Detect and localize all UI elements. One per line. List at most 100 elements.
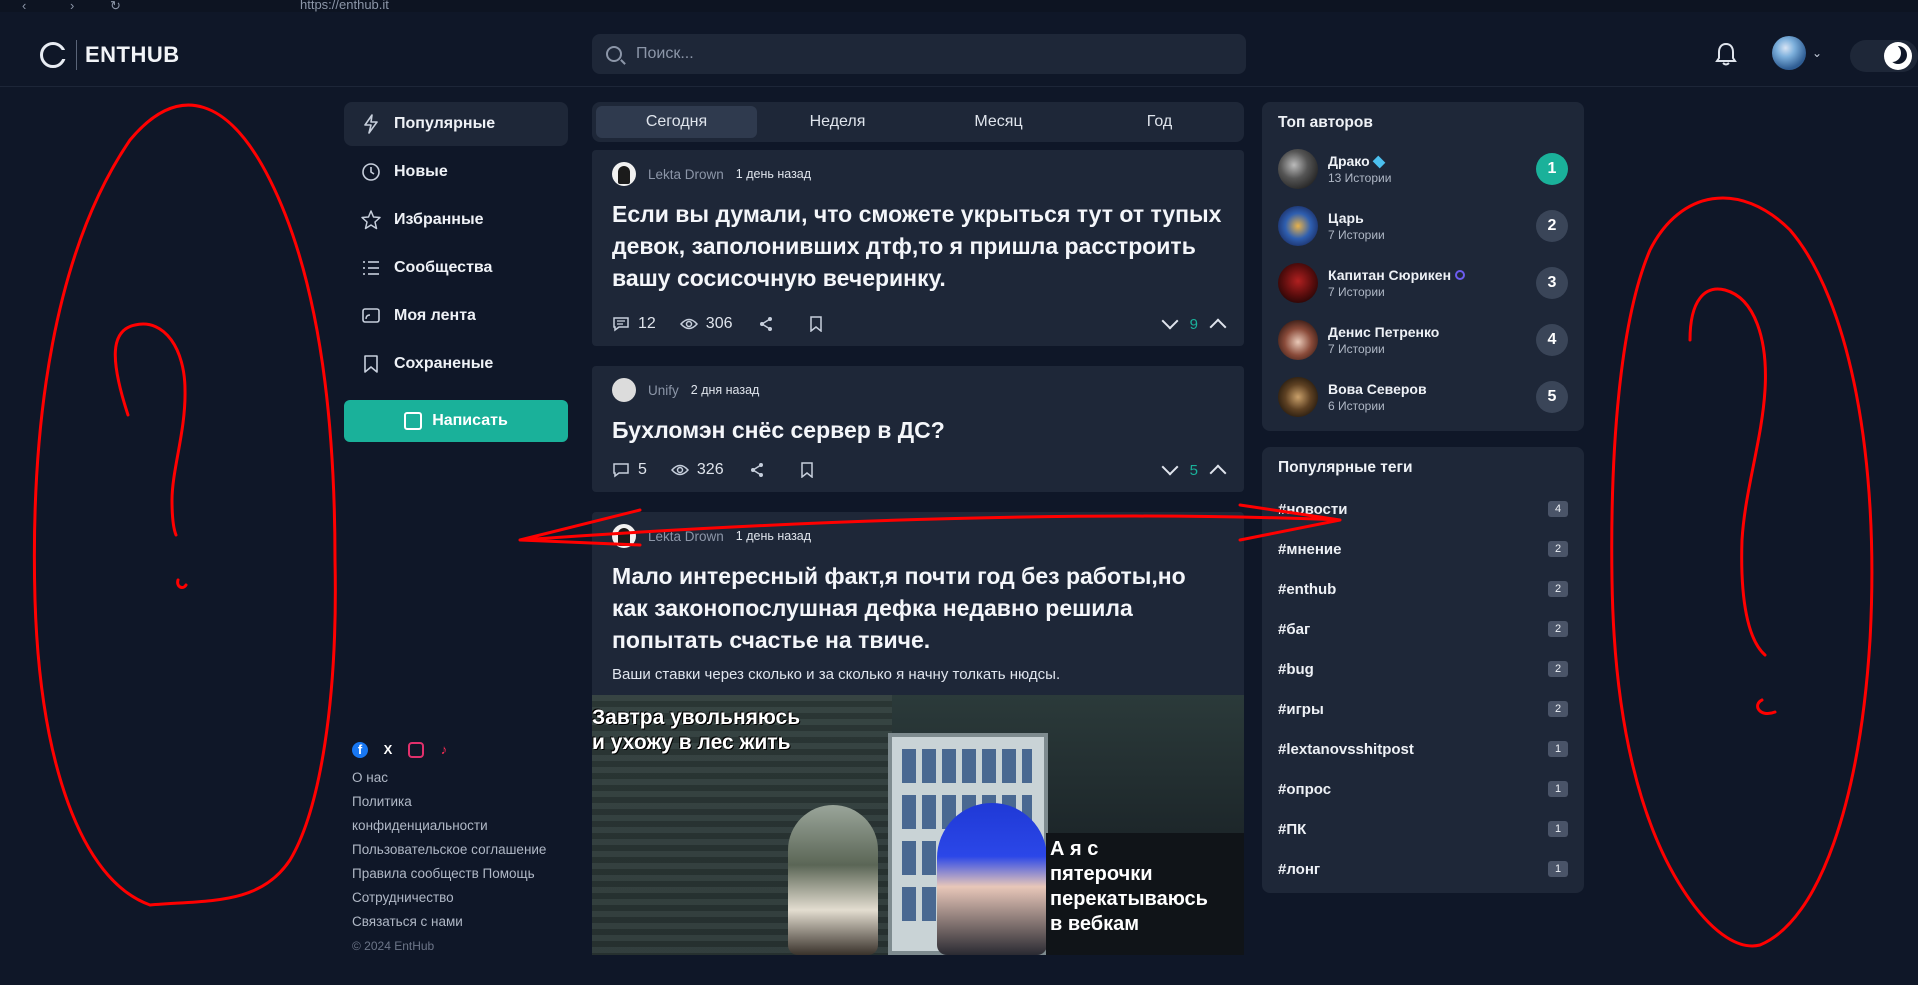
- address-bar[interactable]: https://enthub.it: [300, 0, 389, 12]
- top-author-item[interactable]: Драко 13 Истории 1: [1262, 140, 1584, 197]
- footer-link-terms[interactable]: Пользовательское соглашение: [352, 838, 592, 862]
- top-author-item[interactable]: Капитан Сюрикен 7 Истории 3: [1262, 254, 1584, 311]
- top-author-item[interactable]: Царь 7 Истории 2: [1262, 197, 1584, 254]
- tag-count: 1: [1548, 741, 1568, 757]
- nav-item-label: Избранные: [394, 211, 484, 228]
- upvote-icon[interactable]: [1209, 464, 1227, 482]
- footer-link-contact[interactable]: Связаться с нами: [352, 910, 592, 934]
- annotation-left-question: [113, 322, 187, 537]
- post-card[interactable]: Lekta Drown 1 день назад Мало интересный…: [592, 512, 1244, 955]
- tag-name: #ПК: [1278, 820, 1307, 838]
- vote-score: 9: [1189, 315, 1198, 333]
- post-meta: Unify 2 дня назад: [592, 366, 1244, 402]
- comments-button[interactable]: 12: [612, 315, 656, 333]
- comments-button[interactable]: 5: [612, 461, 647, 479]
- bookmark-icon: [360, 353, 382, 375]
- post-actions: 12 306 9: [592, 302, 1244, 346]
- facebook-icon[interactable]: f: [352, 742, 368, 758]
- tag-count: 1: [1548, 821, 1568, 837]
- nav-item-favorites[interactable]: Избранные: [344, 198, 568, 242]
- author-stories: 13 Истории: [1328, 170, 1392, 185]
- footer-link-privacy[interactable]: Политика: [352, 790, 592, 814]
- tiktok-icon[interactable]: ♪: [436, 742, 452, 758]
- downvote-icon[interactable]: [1161, 312, 1179, 330]
- author-avatar[interactable]: [612, 162, 636, 186]
- bookmark-button[interactable]: [798, 462, 824, 478]
- downvote-icon[interactable]: [1161, 458, 1179, 476]
- search-icon: [606, 46, 622, 62]
- popular-tags-title: Популярные теги: [1278, 459, 1413, 476]
- tag-item[interactable]: #lextanovsshitpost 1: [1262, 729, 1584, 769]
- footer-link-partnership[interactable]: Сотрудничество: [352, 886, 592, 910]
- x-icon[interactable]: X: [380, 742, 396, 758]
- post-image[interactable]: Завтра увольняюсь и ухожу в лес жить А я…: [592, 695, 1244, 955]
- search-box[interactable]: [592, 34, 1246, 74]
- popular-tags-panel: Популярные теги #новости 4 #мнение 2 #enth…: [1262, 447, 1584, 893]
- tab-month[interactable]: Месяц: [918, 106, 1079, 138]
- author-avatar[interactable]: [612, 378, 636, 402]
- author-avatar[interactable]: [612, 524, 636, 548]
- nav-item-my-feed[interactable]: Моя лента: [344, 294, 568, 338]
- footer-link-privacy-cont[interactable]: конфиденциальности: [352, 814, 592, 838]
- nav-item-popular[interactable]: Популярные: [344, 102, 568, 146]
- star-icon: [360, 209, 382, 231]
- tag-name: #игры: [1278, 700, 1324, 718]
- tag-item[interactable]: #enthub 2: [1262, 569, 1584, 609]
- tab-year[interactable]: Год: [1079, 106, 1240, 138]
- tag-name: #баг: [1278, 620, 1311, 638]
- tab-today[interactable]: Сегодня: [596, 106, 757, 138]
- post-title[interactable]: Если вы думали, что сможете укрыться тут…: [612, 198, 1224, 294]
- theme-toggle[interactable]: [1850, 40, 1918, 72]
- feed-icon: [360, 305, 382, 327]
- post-author[interactable]: Lekta Drown: [648, 529, 724, 544]
- top-author-item[interactable]: Денис Петренко 7 Истории 4: [1262, 311, 1584, 368]
- nav-item-saved[interactable]: Сохраненые: [344, 342, 568, 386]
- tag-item[interactable]: #bug 2: [1262, 649, 1584, 689]
- share-button[interactable]: [757, 316, 783, 332]
- tag-item[interactable]: #лонг 1: [1262, 849, 1584, 889]
- top-author-item[interactable]: Вова Северов 6 Истории 5: [1262, 368, 1584, 425]
- post-card[interactable]: Lekta Drown 1 день назад Если вы думали,…: [592, 150, 1244, 346]
- vote-controls: 9: [1161, 312, 1227, 336]
- site-logo[interactable]: ENTHUB: [40, 40, 180, 70]
- instagram-icon[interactable]: [408, 742, 424, 758]
- tag-item[interactable]: #баг 2: [1262, 609, 1584, 649]
- tag-name: #мнение: [1278, 540, 1342, 558]
- search-input[interactable]: [634, 44, 1198, 64]
- vote-controls: 5: [1161, 458, 1227, 482]
- nav-item-communities[interactable]: Сообщества: [344, 246, 568, 290]
- tag-item[interactable]: #опрос 1: [1262, 769, 1584, 809]
- post-card[interactable]: Unify 2 дня назад Бухломэн снёс сервер в…: [592, 366, 1244, 492]
- author-avatar: [1278, 319, 1318, 360]
- tag-item[interactable]: #ПК 1: [1262, 809, 1584, 849]
- post-title[interactable]: Мало интересный факт,я почти год без раб…: [612, 560, 1224, 656]
- author-avatar: [1278, 376, 1318, 417]
- write-button[interactable]: Написать: [344, 400, 568, 442]
- upvote-icon[interactable]: [1209, 318, 1227, 336]
- footer-link-about[interactable]: О нас: [352, 766, 592, 790]
- tag-item[interactable]: #мнение 2: [1262, 529, 1584, 569]
- author-stories: 7 Истории: [1328, 284, 1385, 299]
- tag-item[interactable]: #игры 2: [1262, 689, 1584, 729]
- tag-count: 2: [1548, 581, 1568, 597]
- author-avatar: [1278, 148, 1318, 189]
- nav-item-new[interactable]: Новые: [344, 150, 568, 194]
- tag-item[interactable]: #новости 4: [1262, 489, 1584, 529]
- share-button[interactable]: [748, 462, 774, 478]
- top-authors-panel: Топ авторов Драко 13 Истории 1 Царь 7 Ис…: [1262, 102, 1584, 431]
- bookmark-icon: [807, 316, 825, 332]
- tab-week[interactable]: Неделя: [757, 106, 918, 138]
- tag-count: 2: [1548, 621, 1568, 637]
- meme-caption-top: Завтра увольняюсь и ухожу в лес жить: [592, 706, 801, 754]
- nav-item-label: Популярные: [394, 115, 496, 132]
- user-avatar[interactable]: [1772, 36, 1806, 70]
- chevron-down-icon[interactable]: ⌄: [1812, 46, 1822, 60]
- bookmark-button[interactable]: [807, 316, 833, 332]
- footer-link-rules-help[interactable]: Правила сообществ Помощь: [352, 862, 592, 886]
- period-tabs: Сегодня Неделя Месяц Год: [592, 102, 1244, 142]
- post-title[interactable]: Бухломэн снёс сервер в ДС?: [612, 414, 1224, 446]
- post-author[interactable]: Unify: [648, 383, 679, 398]
- logo-icon: [40, 42, 66, 68]
- notification-bell-icon[interactable]: [1715, 42, 1737, 66]
- post-author[interactable]: Lekta Drown: [648, 167, 724, 182]
